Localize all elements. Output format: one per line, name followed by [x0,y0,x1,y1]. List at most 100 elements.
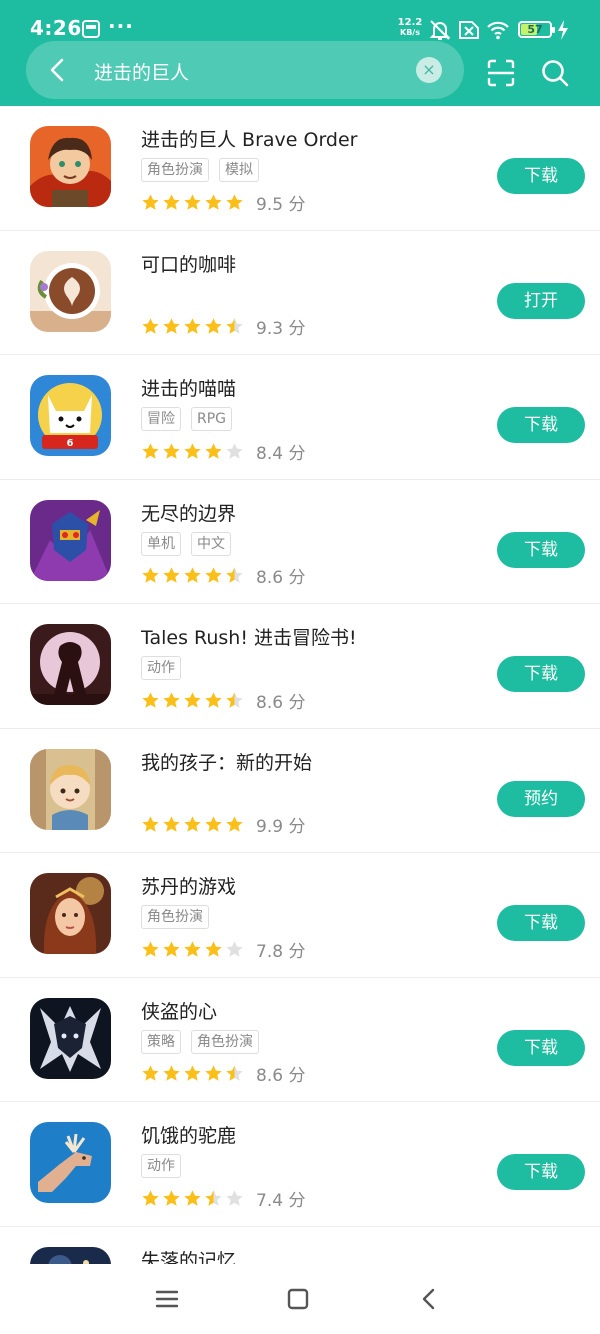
search-box[interactable]: 进击的巨人 × [26,41,464,99]
star-full-icon [184,1065,201,1081]
star-full-icon [142,318,159,334]
list-item[interactable]: 6 进击的喵喵 冒险 RPG 8.4 分 下载 [0,355,600,480]
tag: 角色扮演 [141,158,209,182]
tag: 中文 [191,531,231,556]
rating: 8.4 分 [141,439,305,464]
app-icon-hungry-moose[interactable] [30,1122,111,1203]
app-icon-rogue-heart[interactable] [30,997,111,1079]
scan-icon[interactable] [486,58,516,88]
menu-icon[interactable] [152,1284,182,1314]
score: 9.5 分 [256,194,306,215]
star-full-icon [205,940,222,957]
back-arrow-icon[interactable] [42,54,74,86]
list-item[interactable]: 无尽的边界 单机 中文 8.6 分 下载 [0,480,600,604]
list-item[interactable]: 侠盗的心 策略 角色扮演 8.6 分 下载 [0,978,600,1102]
svg-text:6: 6 [67,438,74,449]
app-name[interactable]: 可口的咖啡 [141,250,236,277]
app-name[interactable]: 饥饿的驼鹿 [141,1121,236,1148]
list-item[interactable]: 可口的咖啡 9.3 分 打开 [0,231,600,355]
star-full-icon [163,1189,180,1206]
list-item[interactable]: 饥饿的驼鹿 动作 7.4 分 下载 [0,1102,600,1227]
star-full-icon [142,567,159,583]
night-sky-icon [30,1246,111,1264]
network-speed-unit: KB/s [400,28,420,37]
tag-list: 角色扮演 [141,905,209,929]
star-full-icon [163,193,180,210]
star-full-icon [205,816,222,832]
network-speed: 12.2 KB/s [396,18,424,38]
app-name[interactable]: Tales Rush! 进击冒险书! [141,623,357,650]
star-full-icon [142,193,159,210]
score: 8.6 分 [256,692,306,713]
star-full-icon [142,1189,159,1206]
app-name[interactable]: 无尽的边界 [141,499,236,526]
app-icon-my-child[interactable] [30,748,111,830]
star-empty-icon [226,1189,243,1206]
search-icon[interactable] [540,58,570,88]
download-button[interactable]: 下载 [497,531,585,568]
search-input[interactable]: 进击的巨人 [94,58,189,85]
clear-icon[interactable]: × [416,57,442,83]
app-name[interactable]: 苏丹的游戏 [141,872,236,899]
download-button[interactable]: 下载 [497,407,585,443]
app-name[interactable]: 我的孩子：新的开始 [141,748,312,775]
app-name[interactable]: 侠盗的心 [141,997,217,1024]
app-icon-lost-memory[interactable] [30,1246,111,1264]
rating: 7.4 分 [141,1186,305,1211]
download-button[interactable]: 下载 [497,656,585,692]
app-icon-coffee[interactable] [30,250,111,332]
rating: 8.6 分 [141,688,306,713]
score: 9.3 分 [256,319,306,339]
tag: 角色扮演 [141,905,209,929]
list-item[interactable]: 失落的记忆 [0,1227,600,1265]
app-icon-endless-frontier[interactable] [30,499,111,581]
star-full-icon [184,940,201,957]
star-full-icon [184,567,201,583]
list-item[interactable]: 我的孩子：新的开始 9.9 分 预约 [0,729,600,853]
app-icon-tales-rush[interactable] [30,624,111,705]
home-icon[interactable] [283,1284,313,1314]
navigation-bar [0,1264,600,1334]
download-button[interactable]: 下载 [497,905,585,941]
tag-list: 冒险 RPG [141,407,233,431]
star-full-icon [205,1065,222,1081]
app-name[interactable]: 进击的喵喵 [141,374,236,401]
download-button[interactable]: 下载 [497,1029,585,1066]
star-full-icon [142,442,159,459]
list-item[interactable]: 进击的巨人 Brave Order 角色扮演 模拟 9.5 分 下载 [0,106,600,231]
app-icon-cat[interactable]: 6 [30,375,111,456]
open-button[interactable]: 打开 [497,282,585,319]
app-icon-attack-on-titan[interactable] [30,126,111,207]
header: 4:26 ··· 12.2 KB/s 57 进击的巨人 × [0,0,600,106]
star-rating [141,815,244,834]
star-full-icon [226,193,243,210]
star-full-icon [205,442,222,459]
reserve-button[interactable]: 预约 [497,780,585,817]
download-button[interactable]: 下载 [497,1154,585,1190]
list-item[interactable]: Tales Rush! 进击冒险书! 动作 8.6 分 下载 [0,604,600,729]
star-full-icon [163,318,180,334]
woman-portrait-icon [30,873,111,954]
star-rating [141,317,244,336]
star-half-icon [226,1065,243,1081]
back-icon[interactable] [414,1284,444,1314]
star-full-icon [163,442,180,459]
score: 7.8 分 [256,941,306,962]
star-full-icon [142,1065,159,1081]
star-rating [141,193,244,212]
result-list[interactable]: 进击的巨人 Brave Order 角色扮演 模拟 9.5 分 下载 可口的咖啡 [0,106,600,1264]
star-full-icon [163,567,180,583]
app-name[interactable]: 失落的记忆 [141,1246,236,1265]
rating: 9.9 分 [141,813,305,837]
rating: 8.6 分 [141,1062,305,1086]
download-button[interactable]: 下载 [497,158,585,194]
star-full-icon [163,1065,180,1081]
app-name[interactable]: 进击的巨人 Brave Order [141,125,358,152]
latte-art-icon [30,250,111,332]
score: 9.9 分 [256,817,306,837]
app-icon-sultan-game[interactable] [30,873,111,954]
list-item[interactable]: 苏丹的游戏 角色扮演 7.8 分 下载 [0,853,600,978]
white-cat-icon: 6 [30,375,111,456]
battery-tip [552,27,555,33]
score: 8.6 分 [256,568,306,588]
